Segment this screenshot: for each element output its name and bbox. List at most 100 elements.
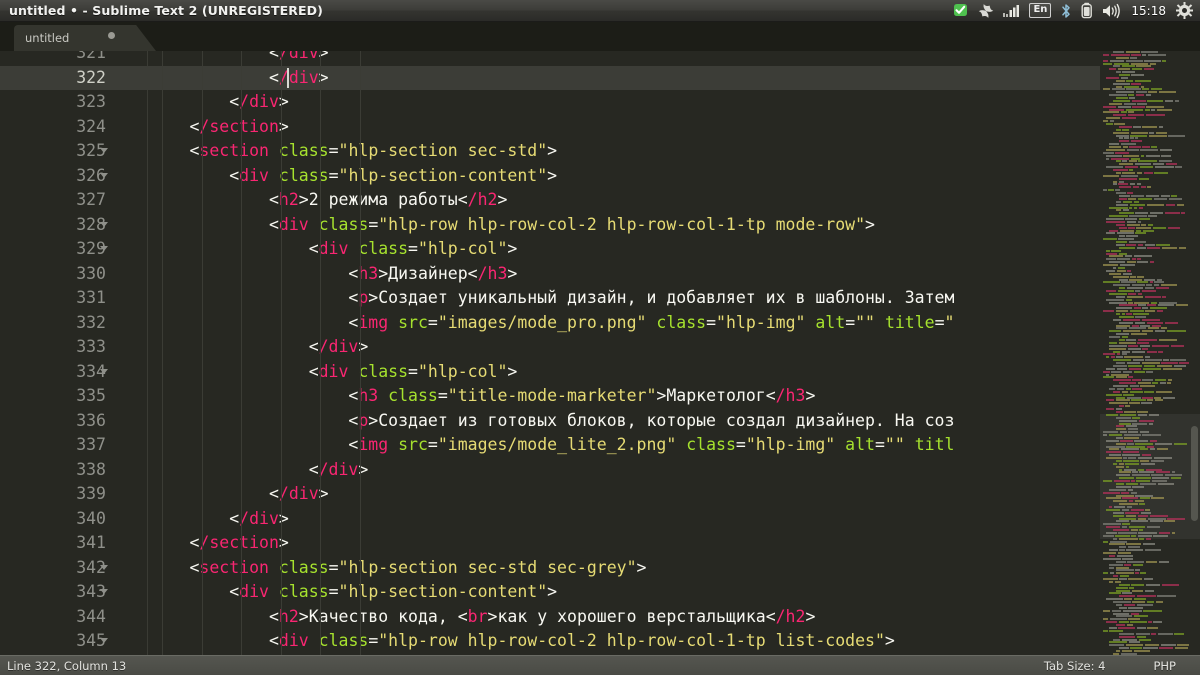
line-number[interactable]: 330 (0, 262, 110, 287)
code-line[interactable]: <h2>Качество кода, <br>как у хорошего ве… (110, 605, 815, 630)
line-number[interactable]: 341 (0, 531, 110, 556)
code-editor[interactable]: 3213223233243253263273283293303313323333… (0, 51, 1200, 655)
code-line[interactable]: <div class="hlp-row hlp-row-col-2 hlp-ro… (110, 629, 895, 654)
keyboard-layout-badge[interactable]: En (1029, 3, 1051, 18)
dropbox-icon[interactable] (978, 0, 994, 22)
code-line[interactable]: <p>Создает уникальный дизайн, и добавляе… (110, 286, 954, 311)
minimap-code-row (1116, 209, 1122, 211)
minimap-code-row (1119, 137, 1123, 139)
line-number[interactable]: 339 (0, 482, 110, 507)
fold-triangle-icon[interactable] (100, 222, 108, 227)
code-line[interactable]: <div class="hlp-section-content"> (110, 164, 557, 189)
code-line[interactable]: <div class="hlp-col"> (110, 360, 517, 385)
code-line[interactable]: </div> (110, 66, 1100, 91)
code-line[interactable]: <div class="hlp-col"> (110, 237, 517, 262)
minimap-code-row (1145, 549, 1161, 551)
line-number-gutter[interactable]: 3213223233243253263273283293303313323333… (0, 51, 110, 655)
minimap-code-row (1146, 155, 1160, 157)
fold-triangle-icon[interactable] (100, 173, 108, 178)
line-number[interactable]: 345 (0, 629, 110, 654)
minimap-code-row (1135, 322, 1145, 324)
minimap-code-row (1147, 627, 1158, 629)
code-line[interactable]: </section> (110, 115, 289, 140)
status-cursor-position: Line 322, Column 13 (0, 659, 126, 673)
line-number[interactable]: 323 (0, 90, 110, 115)
fold-triangle-icon[interactable] (100, 589, 108, 594)
code-line[interactable]: <section class="hlp-section sec-std"> (110, 139, 557, 164)
line-number[interactable]: 336 (0, 409, 110, 434)
line-number[interactable]: 328 (0, 213, 110, 238)
code-line[interactable]: <img src="images/mode_lite_2.png" class=… (110, 433, 954, 458)
code-line[interactable]: </div> (110, 335, 368, 360)
line-number[interactable]: 327 (0, 188, 110, 213)
line-number[interactable]: 331 (0, 286, 110, 311)
fold-triangle-icon[interactable] (100, 246, 108, 251)
fold-triangle-icon[interactable] (100, 638, 108, 643)
minimap-code-row (1117, 232, 1134, 234)
line-number[interactable]: 340 (0, 507, 110, 532)
minimap-code-row (1154, 172, 1168, 174)
line-number[interactable]: 322 (0, 66, 110, 91)
status-tab-size[interactable]: Tab Size: 4 (1044, 659, 1106, 673)
checkmark-green-icon[interactable] (952, 0, 969, 22)
code-line[interactable]: <div class="hlp-section-content"> (110, 580, 557, 605)
code-line[interactable]: <h3>Дизайнер</h3> (110, 262, 517, 287)
code-line[interactable]: <img src="images/mode_pro.png" class="hl… (110, 311, 954, 336)
line-number[interactable]: 326 (0, 164, 110, 189)
line-number[interactable]: 342 (0, 556, 110, 581)
line-number[interactable]: 324 (0, 115, 110, 140)
minimap-code-row (1131, 535, 1136, 537)
line-number[interactable]: 325 (0, 139, 110, 164)
fold-triangle-icon[interactable] (100, 369, 108, 374)
code-line[interactable]: </div> (110, 482, 329, 507)
minimap-code-row (1138, 457, 1152, 459)
line-number[interactable]: 332 (0, 311, 110, 336)
minimap-code-row (1113, 538, 1118, 540)
minimap-code-row (1131, 54, 1140, 56)
minimap-code-row (1140, 325, 1150, 327)
line-number[interactable]: 333 (0, 335, 110, 360)
system-settings-gear-icon[interactable] (1176, 0, 1193, 22)
line-number[interactable]: 343 (0, 580, 110, 605)
bluetooth-icon[interactable] (1060, 0, 1072, 22)
minimap-code-row (1117, 388, 1124, 390)
system-clock[interactable]: 15:18 (1130, 4, 1167, 18)
code-token (269, 141, 279, 160)
line-number[interactable]: 334 (0, 360, 110, 385)
code-token: > (547, 166, 557, 185)
code-token: = (329, 582, 339, 601)
minimap-code-row (1138, 221, 1141, 223)
code-line[interactable]: <p>Создает из готовых блоков, которые со… (110, 409, 954, 434)
line-number[interactable]: 344 (0, 605, 110, 630)
code-line[interactable]: <div class="hlp-row hlp-row-col-2 hlp-ro… (110, 213, 875, 238)
line-number[interactable]: 321 (0, 51, 110, 66)
code-line[interactable]: </div> (110, 90, 289, 115)
code-line[interactable]: </div> (110, 507, 289, 532)
code-text-area[interactable]: </div> </div> </div> </section> <section… (110, 51, 1100, 655)
signal-strength-icon[interactable] (1003, 0, 1020, 22)
minimap-code-row (1135, 137, 1138, 139)
code-line[interactable]: <h3 class="title-mode-marketer">Маркетол… (110, 384, 815, 409)
code-line[interactable]: <h2>2 режима работы</h2> (110, 188, 507, 213)
volume-icon[interactable] (1102, 0, 1121, 22)
line-number[interactable]: 338 (0, 458, 110, 483)
fold-triangle-icon[interactable] (100, 148, 108, 153)
minimap-code-row (1158, 483, 1174, 485)
minimap[interactable] (1100, 51, 1200, 655)
battery-icon[interactable] (1081, 0, 1093, 22)
status-syntax-mode[interactable]: PHP (1153, 659, 1176, 673)
code-line[interactable]: <section class="hlp-section sec-std sec-… (110, 556, 646, 581)
code-token: > (865, 215, 875, 234)
line-number[interactable]: 337 (0, 433, 110, 458)
minimap-code-row (1106, 457, 1122, 459)
code-line[interactable]: </section> (110, 531, 289, 556)
vertical-scrollbar-thumb[interactable] (1191, 426, 1198, 521)
code-line[interactable]: </div> (110, 51, 329, 66)
editor-tab-untitled[interactable]: untitled (14, 25, 156, 51)
tab-dirty-indicator-icon[interactable] (108, 32, 115, 39)
line-number[interactable]: 329 (0, 237, 110, 262)
code-line[interactable]: </div> (110, 458, 368, 483)
code-token: > (368, 411, 378, 430)
line-number[interactable]: 335 (0, 384, 110, 409)
fold-triangle-icon[interactable] (100, 565, 108, 570)
